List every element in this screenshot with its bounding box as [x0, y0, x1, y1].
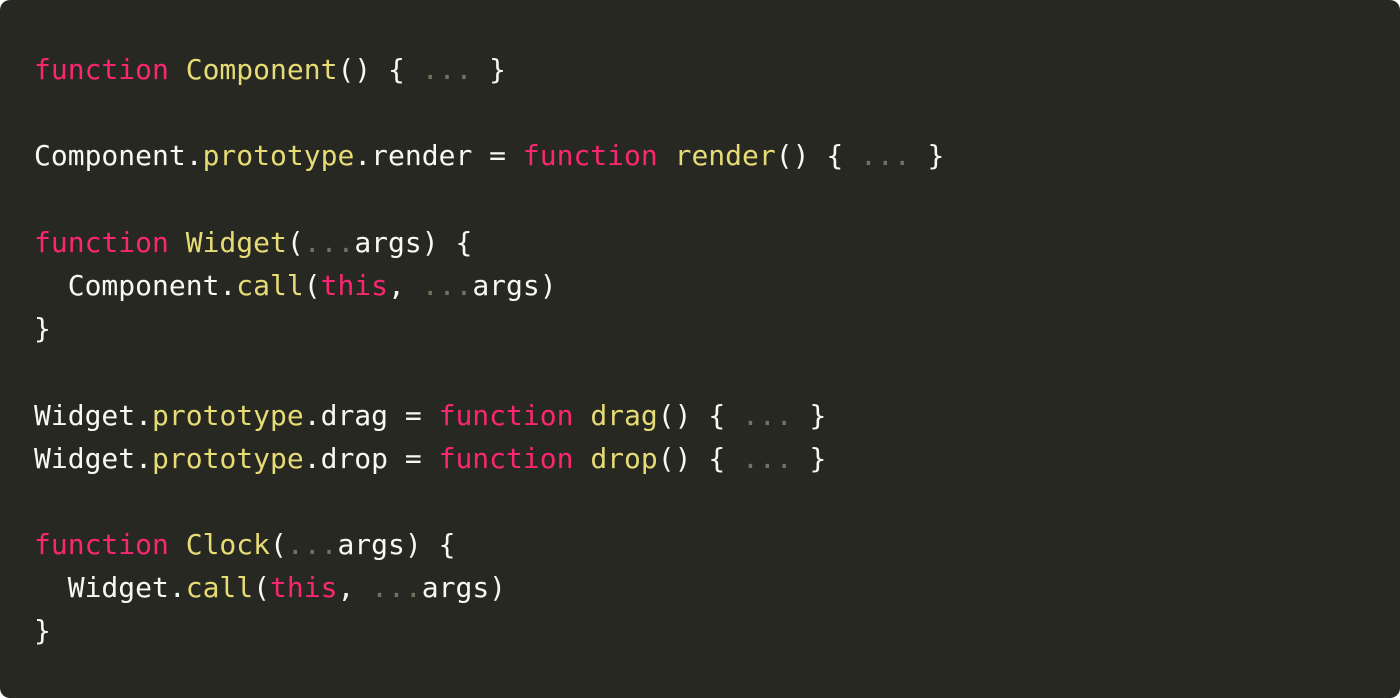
code-token-ellipsis: ...: [742, 441, 793, 475]
code-token-plain: (: [303, 268, 321, 302]
code-token-plain: (: [253, 571, 271, 605]
code-token-plain: args) {: [337, 528, 456, 562]
code-token-plain: ,: [388, 268, 422, 302]
code-token-plain: args): [421, 571, 507, 605]
code-token-plain: .render =: [354, 139, 523, 173]
code-token-plain: ,: [337, 571, 372, 605]
code-token-plain: () {: [657, 441, 743, 475]
code-token-plain: () {: [657, 398, 743, 432]
code-token-ellipsis: ...: [371, 571, 422, 605]
code-token-name: render: [674, 139, 776, 173]
code-line: }: [34, 307, 1366, 350]
code-token-prop: prototype: [202, 139, 355, 173]
code-token-plain: () {: [337, 53, 422, 86]
code-line: Component.call(this, ...args): [34, 264, 1366, 307]
code-line: Widget.prototype.drag = function drag() …: [34, 394, 1366, 437]
code-line: function Clock(...args) {: [34, 523, 1366, 566]
code-token-plain: args): [472, 268, 557, 302]
code-token-plain: }: [34, 312, 51, 346]
code-token-plain: .drop =: [303, 441, 439, 475]
code-token-name: Clock: [185, 528, 271, 562]
code-token-plain: Widget.: [34, 441, 153, 475]
code-token-plain: }: [792, 441, 827, 475]
code-token-plain: (: [286, 225, 304, 259]
code-token-prop: call: [236, 268, 304, 302]
code-token-ellipsis: ...: [303, 225, 355, 259]
code-token-plain: (: [270, 528, 287, 562]
code-token-plain: Widget.: [34, 398, 153, 432]
code-line: Widget.call(this, ...args): [34, 566, 1366, 609]
code-token-plain: }: [910, 139, 945, 173]
code-token-name: Component: [185, 53, 338, 86]
code-token-ellipsis: ...: [860, 139, 911, 173]
code-token-plain: }: [792, 398, 827, 432]
code-token-prop: call: [185, 571, 254, 605]
code-token-ellipsis: ...: [421, 268, 473, 302]
code-token-ellipsis: ...: [421, 53, 473, 86]
code-body: function Component() { ... } Component.pr…: [34, 48, 1366, 653]
code-line: function Widget(...args) {: [34, 221, 1366, 264]
code-token-name: Widget: [185, 225, 287, 259]
code-token-name: drag: [590, 398, 658, 432]
code-token-plain: Widget.: [34, 571, 186, 605]
code-token-keyword: function: [34, 225, 169, 259]
code-token-ellipsis: ...: [742, 398, 793, 432]
code-token-this: this: [320, 268, 389, 302]
code-token-plain: Component.: [34, 268, 237, 302]
code-line: Component.prototype.render = function re…: [34, 134, 1366, 177]
code-panel: function Component() { ... } Component.pr…: [0, 0, 1400, 698]
code-token-keyword: function: [438, 398, 574, 432]
code-line: function Component() { ... }: [34, 48, 1366, 91]
code-token-ellipsis: ...: [286, 528, 338, 562]
code-token-plain: args) {: [354, 225, 473, 259]
code-token-plain: Component.: [34, 139, 203, 173]
code-line: }: [34, 609, 1366, 652]
code-token-prop: prototype: [152, 398, 304, 432]
code-token-keyword: function: [34, 528, 169, 562]
code-token-keyword: function: [34, 53, 169, 86]
code-token-plain: }: [34, 614, 51, 648]
code-line: Widget.prototype.drop = function drop() …: [34, 437, 1366, 480]
code-token-plain: .drag =: [303, 398, 439, 432]
code-token-keyword: function: [522, 139, 658, 173]
code-token-prop: prototype: [152, 441, 304, 475]
code-token-this: this: [270, 571, 338, 605]
code-token-plain: () {: [775, 139, 861, 173]
code-token-plain: }: [472, 53, 507, 86]
code-token-keyword: function: [438, 441, 574, 475]
code-token-name: drop: [590, 441, 658, 475]
